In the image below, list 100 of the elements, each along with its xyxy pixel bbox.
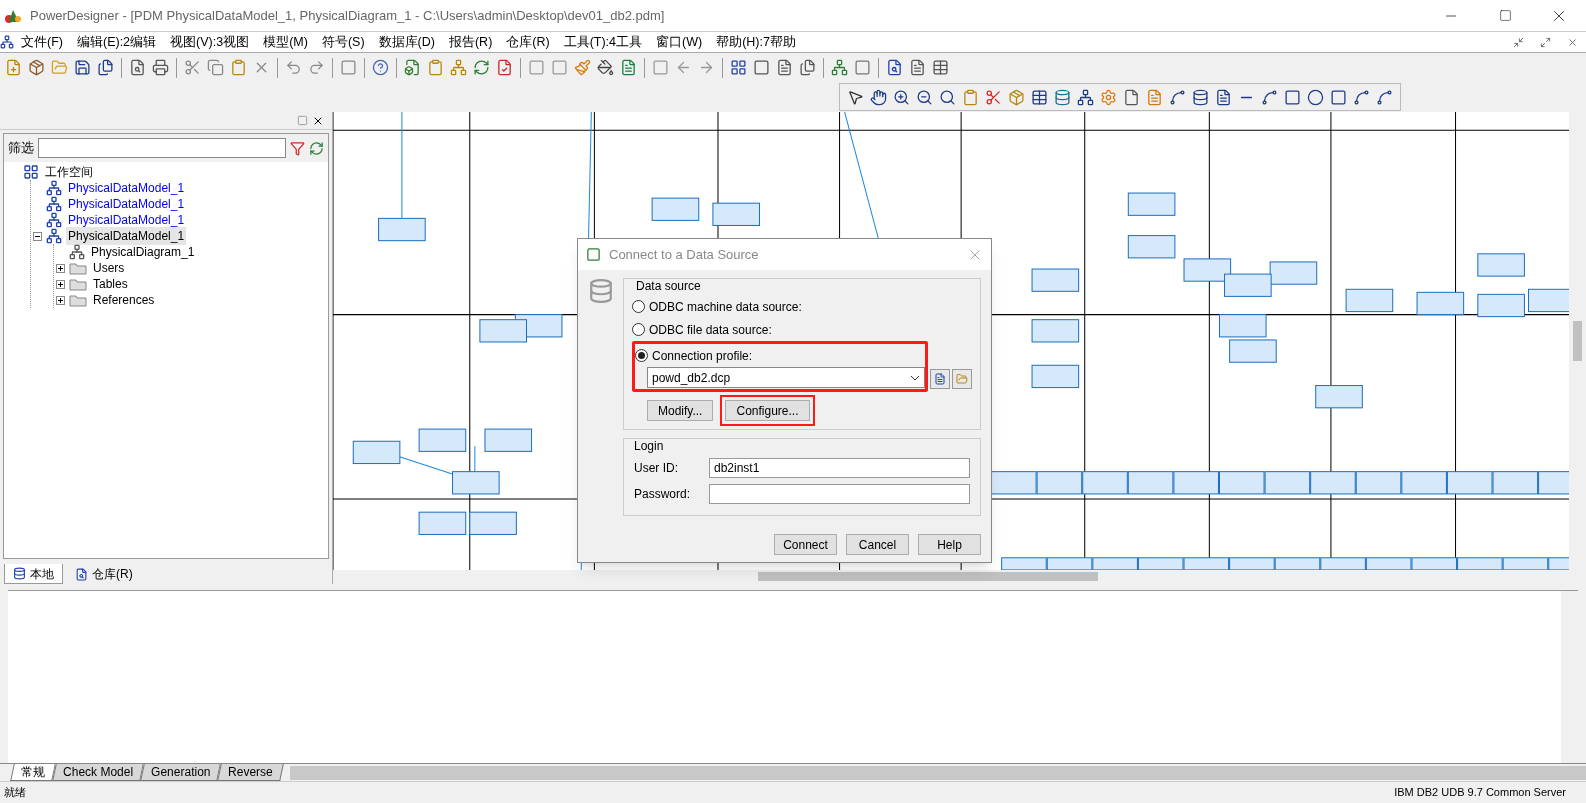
help-icon[interactable] (372, 59, 389, 76)
table-icon[interactable] (1031, 88, 1048, 106)
tree-item[interactable]: 工作空间 (43, 163, 95, 181)
ellipse-icon[interactable] (1307, 88, 1324, 106)
dialog-button[interactable]: Connect (774, 534, 837, 555)
hand-icon[interactable] (870, 88, 887, 106)
rounded-rectangle-icon[interactable] (1330, 88, 1347, 106)
arrow-left-icon[interactable] (675, 59, 692, 76)
output-tab[interactable]: Check Model (52, 764, 144, 781)
tree-item[interactable]: References (91, 291, 157, 309)
package-icon[interactable] (1008, 88, 1025, 106)
radio-label[interactable]: ODBC file data source: (649, 320, 772, 339)
output-icon[interactable] (909, 59, 926, 76)
child-minimize-icon[interactable] (1513, 36, 1524, 48)
radio-label[interactable]: ODBC machine data source: (649, 297, 802, 316)
window-icon[interactable] (753, 59, 770, 76)
arc-icon[interactable] (1261, 88, 1278, 106)
refresh-icon[interactable] (473, 59, 490, 76)
profile-dropdown[interactable]: powd_db2.dcp (647, 367, 925, 388)
filter-field[interactable] (38, 138, 286, 158)
output-scrollbar[interactable] (1561, 591, 1578, 763)
copy-icon[interactable] (207, 59, 224, 76)
child-close-icon[interactable] (1567, 36, 1578, 48)
square-icon[interactable] (340, 59, 357, 76)
print-preview-icon[interactable] (129, 59, 146, 76)
cut-icon[interactable] (184, 59, 201, 76)
clipboard-icon[interactable] (427, 59, 444, 76)
refresh-icon[interactable] (309, 140, 324, 156)
cut-icon[interactable] (985, 88, 1002, 106)
user-id-field[interactable]: db2inst1 (709, 458, 970, 478)
menu-item[interactable]: 符号(S) (314, 32, 372, 52)
text-icon[interactable] (620, 59, 637, 76)
rectangle-icon[interactable] (1284, 88, 1301, 106)
redo-icon[interactable] (308, 59, 325, 76)
table-icon[interactable] (932, 59, 949, 76)
maximize-icon[interactable] (1499, 9, 1512, 22)
radio-button[interactable] (635, 349, 648, 362)
panel-tab[interactable]: 仓库(R) (67, 564, 141, 584)
brush-icon[interactable] (574, 59, 591, 76)
tab-scrollbar[interactable] (290, 765, 1586, 780)
output-tab[interactable]: Generation (140, 764, 222, 781)
undo-icon[interactable] (285, 59, 302, 76)
files-icon[interactable] (97, 59, 114, 76)
tree-item[interactable]: PhysicalDiagram_1 (89, 243, 197, 261)
output-tab[interactable]: Reverse (217, 764, 284, 781)
menu-item[interactable]: 文件(F) (14, 32, 70, 52)
menu-item[interactable]: 模型(M) (256, 32, 315, 52)
zoom-out-icon[interactable] (916, 88, 933, 106)
collapse-toggle[interactable] (33, 231, 42, 241)
menu-item[interactable]: 仓库(R) (499, 32, 557, 52)
panel-tab[interactable]: 本地 (4, 564, 63, 584)
tree-item[interactable]: Tables (91, 275, 130, 293)
check-icon[interactable] (496, 59, 513, 76)
database-icon[interactable] (1054, 88, 1071, 106)
expand-toggle[interactable] (56, 279, 65, 289)
paste-icon[interactable] (230, 59, 247, 76)
tree-item[interactable]: PhysicalDataModel_1 (66, 227, 187, 245)
menu-item[interactable]: 视图(V):3视图 (163, 32, 257, 52)
properties-button[interactable] (930, 369, 950, 389)
print-icon[interactable] (152, 59, 169, 76)
menu-item[interactable]: 窗口(W) (649, 32, 710, 52)
model-icon[interactable] (404, 59, 421, 76)
storage-icon[interactable] (1192, 88, 1209, 106)
new-file-icon[interactable] (5, 59, 22, 76)
menu-item[interactable]: 帮助(H):7帮助 (709, 32, 803, 52)
modify-button[interactable]: Modify... (647, 400, 714, 421)
pointer-icon[interactable] (847, 88, 864, 106)
arrow-right-icon[interactable] (698, 59, 715, 76)
pages-icon[interactable] (799, 59, 816, 76)
tree-item[interactable]: PhysicalDataModel_1 (66, 179, 187, 197)
clear-filter-icon[interactable] (290, 140, 305, 156)
layout-icon[interactable] (730, 59, 747, 76)
zoom-in-icon[interactable] (893, 88, 910, 106)
child-restore-icon[interactable] (1540, 36, 1551, 48)
expand-toggle[interactable] (56, 295, 65, 305)
file-icon[interactable] (1123, 88, 1140, 106)
expand-toggle[interactable] (56, 263, 65, 273)
radio-button[interactable] (632, 323, 645, 336)
menu-item[interactable]: 数据库(D) (371, 32, 442, 52)
output-tab[interactable]: 常规 (10, 764, 56, 781)
paint-bucket-icon[interactable] (597, 59, 614, 76)
tree-item[interactable]: Users (91, 259, 127, 277)
menu-item[interactable]: 编辑(E):2编辑 (69, 32, 164, 52)
window-icon[interactable] (854, 59, 871, 76)
menu-item[interactable]: 工具(T):4工具 (556, 32, 650, 52)
gear-icon[interactable] (1100, 88, 1117, 106)
menu-item[interactable]: 报告(R) (441, 32, 500, 52)
package-icon[interactable] (28, 59, 45, 76)
save-icon[interactable] (74, 59, 91, 76)
search-icon[interactable] (939, 88, 956, 106)
radio-button[interactable] (632, 300, 645, 313)
diagram-icon[interactable] (831, 59, 848, 76)
network-icon[interactable] (450, 59, 467, 76)
tree-item[interactable]: PhysicalDataModel_1 (66, 195, 187, 213)
dialog-button[interactable]: Help (918, 534, 981, 555)
tree-item[interactable]: PhysicalDataModel_1 (66, 211, 187, 229)
password-field[interactable] (709, 484, 970, 504)
page-icon[interactable] (776, 59, 793, 76)
dialog-button[interactable]: Cancel (846, 534, 909, 555)
note-icon[interactable] (1146, 88, 1163, 106)
